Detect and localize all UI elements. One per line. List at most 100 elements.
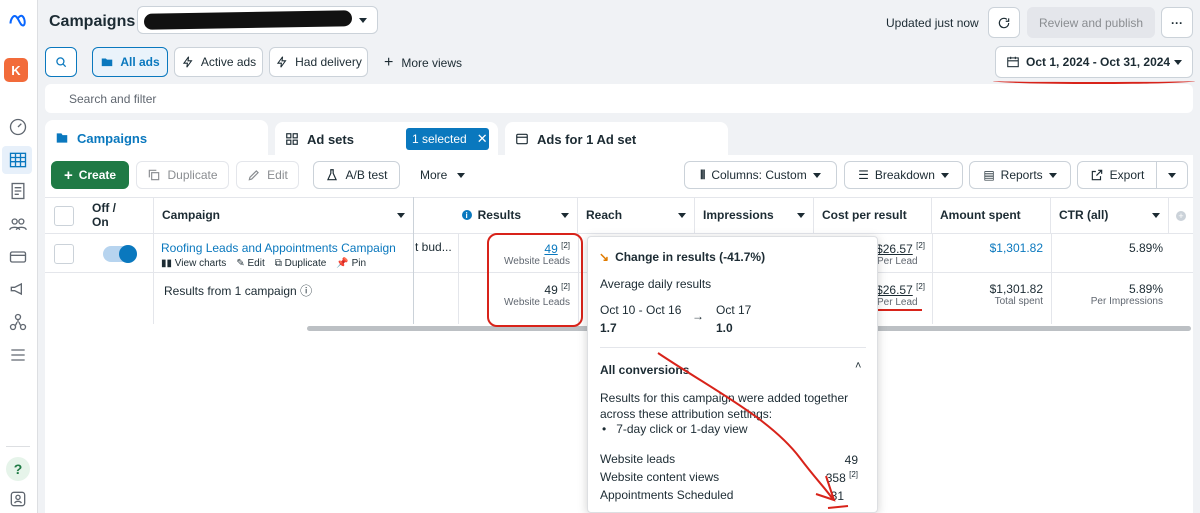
chevron-down-icon bbox=[359, 18, 367, 23]
columns-icon: ⫴ bbox=[700, 167, 706, 182]
edit-button[interactable]: Edit bbox=[236, 161, 299, 189]
export-label: Export bbox=[1109, 168, 1145, 182]
reports-icon: ▤ bbox=[983, 168, 995, 182]
add-column-icon[interactable]: + bbox=[1176, 211, 1186, 221]
col-amount-spent[interactable]: Amount spent bbox=[932, 197, 1051, 233]
summary-spent-cell: $1,301.82 Total spent bbox=[945, 282, 1043, 307]
campaign-toggle[interactable] bbox=[103, 245, 137, 263]
campaign-name-link[interactable]: Roofing Leads and Appointments Campaign bbox=[161, 241, 396, 255]
annotation-results-box bbox=[487, 233, 583, 327]
audiences-icon[interactable] bbox=[6, 213, 30, 235]
all-ads-label: All ads bbox=[120, 55, 160, 69]
megaphone-icon[interactable] bbox=[6, 278, 30, 300]
col-reach[interactable]: Reach bbox=[578, 197, 695, 233]
table-icon[interactable] bbox=[6, 149, 30, 171]
search-input[interactable]: Search and filter bbox=[69, 92, 156, 106]
export-menu-button[interactable] bbox=[1156, 161, 1188, 189]
duplicate-label: Duplicate bbox=[167, 168, 218, 182]
export-icon bbox=[1091, 169, 1102, 181]
info-icon[interactable]: i bbox=[461, 210, 472, 220]
plus-icon: + bbox=[384, 54, 394, 71]
flag-folder-icon bbox=[56, 133, 68, 143]
chevron-down-icon bbox=[397, 212, 405, 218]
change-header: ↘ Change in results (-41.7%) bbox=[599, 250, 765, 264]
col-impressions[interactable]: Impressions bbox=[695, 197, 814, 233]
close-icon[interactable]: ✕ bbox=[477, 131, 488, 147]
menu-icon[interactable] bbox=[6, 344, 30, 366]
selected-count: 1 selected bbox=[412, 132, 467, 146]
ad-window-icon bbox=[516, 133, 528, 145]
search-button[interactable] bbox=[45, 47, 77, 77]
refresh-icon bbox=[998, 17, 1010, 28]
reports-dropdown[interactable]: ▤ Reports bbox=[969, 161, 1071, 189]
breakdown-dropdown[interactable]: ☰ Breakdown bbox=[844, 161, 963, 189]
columns-label: Columns: Custom bbox=[711, 168, 807, 182]
annotation-arrow bbox=[657, 352, 849, 509]
cost-value: $26.57 bbox=[876, 242, 913, 256]
create-button[interactable]: + Create bbox=[51, 161, 129, 189]
columns-dropdown[interactable]: ⫴ Columns: Custom bbox=[684, 161, 837, 189]
toggle-knob bbox=[119, 245, 137, 263]
events-manager-icon[interactable] bbox=[6, 311, 30, 333]
chevron-down-icon bbox=[1174, 60, 1182, 65]
tab-campaigns-label: Campaigns bbox=[77, 130, 148, 146]
lightning-icon bbox=[277, 56, 287, 68]
billing-card-icon[interactable] bbox=[6, 246, 30, 268]
active-ads-button[interactable]: Active ads bbox=[174, 47, 263, 77]
column-divider bbox=[458, 234, 459, 324]
tab-ad-sets[interactable]: Ad sets 1 selected ✕ bbox=[275, 122, 498, 156]
help-icon[interactable]: ? bbox=[6, 457, 30, 481]
refresh-button[interactable] bbox=[988, 7, 1020, 38]
more-views-button[interactable]: + More views bbox=[384, 54, 462, 72]
account-avatar[interactable]: K bbox=[4, 58, 28, 82]
column-divider bbox=[932, 234, 933, 324]
summary-ctr-value: 5.89% bbox=[1128, 282, 1163, 296]
tab-ad-sets-label: Ad sets bbox=[307, 131, 354, 147]
had-delivery-button[interactable]: Had delivery bbox=[269, 47, 368, 77]
tab-ads[interactable]: Ads for 1 Ad set bbox=[505, 122, 728, 156]
col-off-on-label: Off / On bbox=[92, 201, 116, 229]
row-checkbox[interactable] bbox=[54, 244, 74, 264]
all-ads-button[interactable]: All ads bbox=[92, 47, 168, 77]
col-ctr[interactable]: CTR (all) bbox=[1051, 197, 1169, 233]
more-dropdown[interactable]: More bbox=[420, 168, 466, 182]
info-icon[interactable]: ⓘ bbox=[300, 284, 312, 298]
more-label: More bbox=[420, 168, 448, 182]
duplicate-button[interactable]: Duplicate bbox=[136, 161, 229, 189]
date-range-picker[interactable]: Oct 1, 2024 - Oct 31, 2024 bbox=[995, 46, 1193, 78]
pages-icon[interactable] bbox=[6, 180, 30, 202]
summary-ctr-cell: 5.89% Per Impressions bbox=[1065, 282, 1163, 307]
amount-spent-cell[interactable]: $1,301.82 bbox=[945, 241, 1043, 255]
tab-campaigns[interactable]: Campaigns bbox=[45, 120, 268, 156]
review-publish-button[interactable]: Review and publish bbox=[1027, 7, 1155, 38]
col-cost-label: Cost per result bbox=[822, 208, 907, 222]
col-campaign[interactable]: Campaign bbox=[154, 197, 414, 233]
summary-cost-footnote: [2] bbox=[916, 282, 925, 291]
selected-badge[interactable]: 1 selected ✕ bbox=[406, 128, 489, 150]
period1-label: Oct 10 - Oct 16 bbox=[600, 303, 682, 317]
ab-test-button[interactable]: A/B test bbox=[313, 161, 400, 189]
search-filter-bar[interactable]: Search and filter bbox=[45, 84, 1193, 113]
pin-action[interactable]: 📌 Pin bbox=[336, 258, 366, 269]
duplicate-action[interactable]: ⧉ Duplicate bbox=[275, 258, 327, 269]
edit-label: Edit bbox=[267, 168, 288, 182]
meta-logo-icon[interactable] bbox=[6, 10, 30, 32]
select-all-checkbox[interactable] bbox=[54, 206, 74, 226]
edit-action[interactable]: ✎ Edit bbox=[236, 258, 264, 269]
col-amount-label: Amount spent bbox=[940, 208, 1021, 222]
pencil-icon bbox=[248, 170, 260, 181]
export-button[interactable]: Export bbox=[1077, 161, 1157, 189]
campaign-selector[interactable] bbox=[137, 6, 378, 34]
col-off-on[interactable]: Off / On bbox=[84, 197, 154, 233]
frozen-divider bbox=[413, 197, 414, 324]
col-results[interactable]: i Results bbox=[458, 197, 578, 233]
col-cost-per-result[interactable]: Cost per result bbox=[814, 197, 932, 233]
view-charts-action[interactable]: ▮▮ View charts bbox=[161, 258, 226, 269]
more-options-button[interactable]: ··· bbox=[1161, 7, 1193, 38]
period1-value: 1.7 bbox=[600, 321, 617, 335]
dashboard-gauge-icon[interactable] bbox=[6, 116, 30, 138]
date-range-label: Oct 1, 2024 - Oct 31, 2024 bbox=[1026, 55, 1171, 69]
account-profile-icon[interactable] bbox=[6, 488, 30, 510]
chevron-down-icon bbox=[1152, 212, 1160, 218]
duplicate-icon bbox=[149, 169, 160, 181]
